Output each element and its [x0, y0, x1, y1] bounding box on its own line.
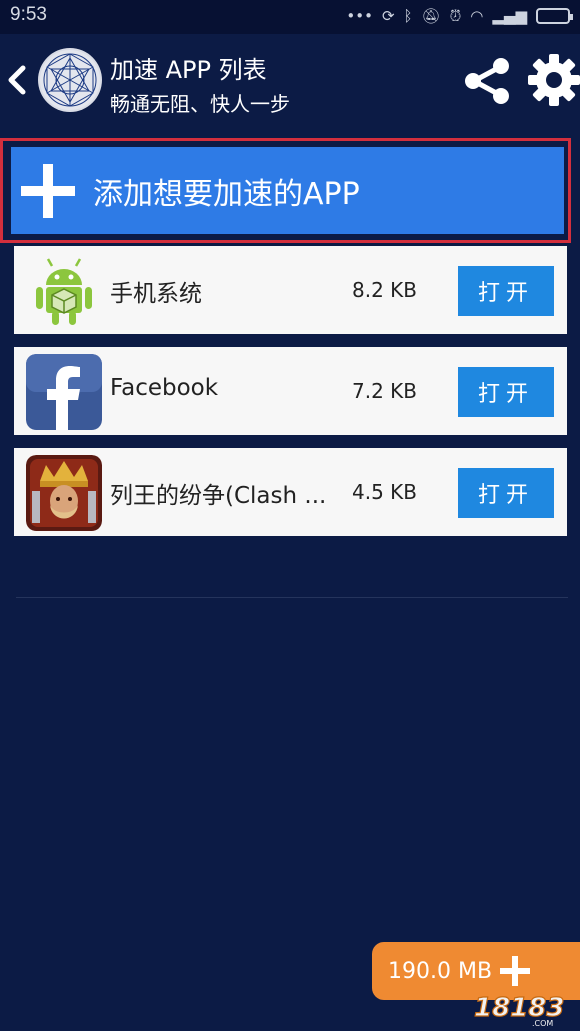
boost-data-label: 190.0 MB — [388, 958, 493, 984]
more-icon: ••• — [346, 7, 373, 25]
watermark-logo: 18183 .COM — [473, 992, 565, 1028]
status-icons: ••• ⟳ ᛒ 🔕︎ ⏰︎ ◠ ▂▄▆ — [346, 5, 573, 27]
list-divider — [16, 597, 568, 598]
settings-gear-icon[interactable] — [528, 54, 580, 106]
page-title: 加速 APP 列表 — [110, 56, 267, 84]
app-size: 7.2 KB — [352, 379, 417, 403]
status-time: 9:53 — [10, 4, 47, 25]
back-arrow-icon[interactable] — [4, 62, 28, 98]
app-header: 加速 APP 列表 畅通无阻、快人一步 — [0, 34, 580, 130]
app-name: Facebook — [110, 375, 219, 401]
battery-icon — [536, 8, 573, 24]
open-button[interactable]: 打开 — [458, 468, 554, 518]
open-button[interactable]: 打开 — [458, 367, 554, 417]
sync-icon: ⟳ — [381, 7, 395, 25]
app-name: 手机系统 — [110, 281, 202, 307]
add-app-button[interactable]: 添加想要加速的APP — [11, 147, 564, 234]
add-app-highlight: 添加想要加速的APP — [0, 138, 571, 243]
mute-icon: 🔕︎ — [421, 7, 441, 25]
app-row: 手机系统 8.2 KB 打开 — [14, 246, 567, 334]
app-row: 列王的纷争(Clash ... 4.5 KB 打开 — [14, 448, 567, 536]
facebook-icon — [26, 354, 102, 430]
app-size: 8.2 KB — [352, 278, 417, 302]
alarm-icon: ⏰︎ — [449, 7, 462, 25]
watermark-domain: .COM — [532, 1019, 553, 1028]
status-bar: 9:53 ••• ⟳ ᛒ 🔕︎ ⏰︎ ◠ ▂▄▆ — [0, 0, 580, 34]
add-app-label: 添加想要加速的APP — [93, 176, 360, 212]
bluetooth-icon: ᛒ — [403, 7, 413, 25]
app-name: 列王的纷争(Clash ... — [110, 483, 327, 509]
plus-icon — [500, 956, 531, 986]
app-size: 4.5 KB — [352, 480, 417, 504]
open-button[interactable]: 打开 — [458, 266, 554, 316]
page-subtitle: 畅通无阻、快人一步 — [110, 92, 290, 116]
wifi-icon: ◠ — [470, 7, 484, 25]
signal-icon: ▂▄▆ — [492, 7, 527, 25]
clash-of-kings-icon — [26, 455, 102, 531]
share-icon[interactable] — [462, 56, 512, 106]
plus-icon — [21, 163, 75, 218]
app-logo-icon — [38, 48, 102, 112]
app-row: Facebook 7.2 KB 打开 — [14, 347, 567, 435]
android-icon — [26, 253, 102, 329]
